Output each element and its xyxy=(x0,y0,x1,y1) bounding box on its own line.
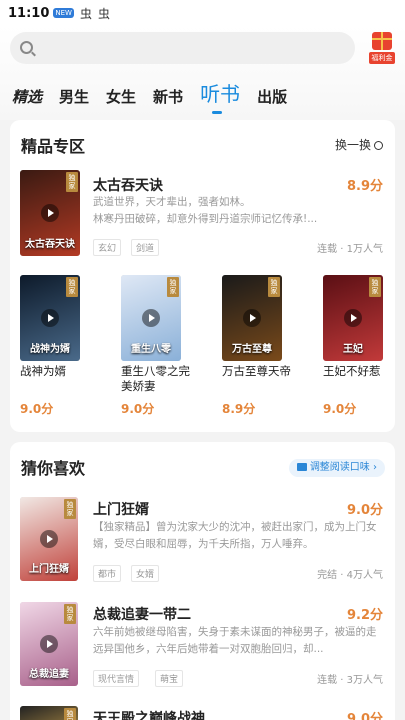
book-cover[interactable]: 上门狂婿 独家 xyxy=(20,497,78,581)
book-meta: 连载 · 3万人气 xyxy=(317,675,383,686)
genre-tag: 都市 xyxy=(93,565,122,582)
tab-published[interactable]: 出版 xyxy=(257,86,287,107)
top-bar: 福利金 精选 男生 女生 新书 听书 出版 xyxy=(0,26,405,120)
search-icon xyxy=(20,41,33,54)
exclusive-tag: 独家 xyxy=(66,277,78,297)
book-cover[interactable]: 独家 xyxy=(20,706,78,720)
tab-featured[interactable]: 精选 xyxy=(12,86,42,107)
book-title[interactable]: 上门狂婿 xyxy=(93,499,149,519)
exclusive-tag: 独家 xyxy=(64,499,76,519)
play-icon[interactable] xyxy=(142,309,160,327)
category-tabs: 精选 男生 女生 新书 听书 出版 xyxy=(12,78,304,114)
status-time: 11:10 xyxy=(8,5,50,21)
book-description: 林寒丹田破碎，却意外得到丹道宗师记忆传承!... xyxy=(93,213,318,225)
exclusive-tag: 独家 xyxy=(369,277,381,297)
exclusive-tag: 独家 xyxy=(167,277,179,297)
section-title: 精品专区 xyxy=(21,137,86,156)
adjust-taste-label: 调整阅读口味 › xyxy=(309,462,377,473)
book-title[interactable]: 太古吞天诀 xyxy=(93,175,163,195)
book-meta: 完结 · 4万人气 xyxy=(317,570,383,581)
recommend-section: 猜你喜欢 调整阅读口味 › 上门狂婿 独家 上门狂婿 9.0分 【独家精品】曾为… xyxy=(10,442,395,720)
section-title: 猜你喜欢 xyxy=(21,459,86,478)
genre-tag: 剑道 xyxy=(131,239,160,256)
book-title[interactable]: 天王殿之巅峰战神 xyxy=(93,708,205,720)
book-title[interactable]: 重生八零之完美娇妻 xyxy=(121,364,199,394)
tab-female[interactable]: 女生 xyxy=(106,86,136,107)
book-cover[interactable]: 战神为婿 独家 xyxy=(20,275,80,361)
book-score: 9.2分 xyxy=(346,608,383,623)
play-icon[interactable] xyxy=(344,309,362,327)
book-description: 六年前她被继母陷害，失身于素未谋面的神秘男子，被逼的走远异国他乡，六年后她带着一… xyxy=(93,626,377,655)
search-input[interactable] xyxy=(10,32,355,64)
book-score: 9.0分 xyxy=(20,402,54,416)
cover-title: 上门狂婿 xyxy=(29,564,69,575)
book-description: 武道世界，天才辈出，强者如林。 xyxy=(93,196,251,208)
exclusive-tag: 独家 xyxy=(64,708,76,720)
cover-title: 战神为婿 xyxy=(30,344,70,355)
book-cover[interactable]: 王妃 独家 xyxy=(323,275,383,361)
play-icon[interactable] xyxy=(41,204,59,222)
play-icon[interactable] xyxy=(41,309,59,327)
book-cover[interactable]: 重生八零 独家 xyxy=(121,275,181,361)
book-title[interactable]: 战神为婿 xyxy=(20,364,98,379)
adjust-taste-button[interactable]: 调整阅读口味 › xyxy=(288,459,385,477)
book-meta: 连载 · 1万人气 xyxy=(317,244,383,255)
cover-title: 总裁追妻 xyxy=(29,669,69,680)
welfare-label: 福利金 xyxy=(369,52,395,64)
swap-button[interactable]: 换一换 xyxy=(335,136,383,153)
refresh-icon xyxy=(374,141,383,150)
book-score: 9.0分 xyxy=(323,402,357,416)
gift-icon xyxy=(372,32,392,50)
book-score: 8.9分 xyxy=(222,402,256,416)
book-score: 9.0分 xyxy=(121,402,155,416)
genre-tag: 女婿 xyxy=(131,565,160,582)
play-icon[interactable] xyxy=(243,309,261,327)
cover-title: 王妃 xyxy=(343,344,363,355)
tab-audiobooks[interactable]: 听书 xyxy=(200,78,240,114)
play-icon[interactable] xyxy=(40,530,58,548)
exclusive-tag: 独家 xyxy=(268,277,280,297)
book-title[interactable]: 万古至尊天帝 xyxy=(222,364,300,379)
exclusive-tag: 独家 xyxy=(64,604,76,624)
bug-icon: 虫 xyxy=(98,6,111,21)
tab-male[interactable]: 男生 xyxy=(59,86,89,107)
genre-tag: 现代言情 xyxy=(93,670,140,687)
cover-title: 重生八零 xyxy=(131,344,171,355)
book-cover[interactable]: 总裁追妻 独家 xyxy=(20,602,78,686)
book-cover[interactable]: 太古吞天诀 独家 xyxy=(20,170,80,256)
book-score: 8.9分 xyxy=(346,179,383,194)
welfare-button[interactable]: 福利金 xyxy=(369,32,395,66)
tab-new-books[interactable]: 新书 xyxy=(153,86,183,107)
app-badge-icon: NEW xyxy=(53,8,74,18)
book-cover[interactable]: 万古至尊 独家 xyxy=(222,275,282,361)
book-score: 9.0分 xyxy=(346,712,383,720)
book-score: 9.0分 xyxy=(346,503,383,518)
premium-section: 精品专区 换一换 太古吞天诀 独家 太古吞天诀 8.9分 武道世界，天才辈出，强… xyxy=(10,120,395,432)
book-description: 【独家精品】曾为沈家大少的沈冲，被赶出家门，成为上门女婿，受尽白眼和屈辱，为千夫… xyxy=(93,521,377,550)
book-title[interactable]: 王妃不好惹 xyxy=(323,364,395,379)
book-title[interactable]: 总裁追妻一带二 xyxy=(93,604,191,624)
bug-icon: 虫 xyxy=(79,6,92,21)
status-bar: 11:10 NEW 虫 虫 xyxy=(0,0,405,26)
card-icon xyxy=(296,463,307,471)
cover-title: 万古至尊 xyxy=(232,344,272,355)
genre-tag: 玄幻 xyxy=(93,239,122,256)
swap-label: 换一换 xyxy=(334,138,371,152)
play-icon[interactable] xyxy=(40,635,58,653)
exclusive-tag: 独家 xyxy=(66,172,78,192)
cover-title: 太古吞天诀 xyxy=(25,239,75,250)
genre-tag: 萌宝 xyxy=(155,670,184,687)
